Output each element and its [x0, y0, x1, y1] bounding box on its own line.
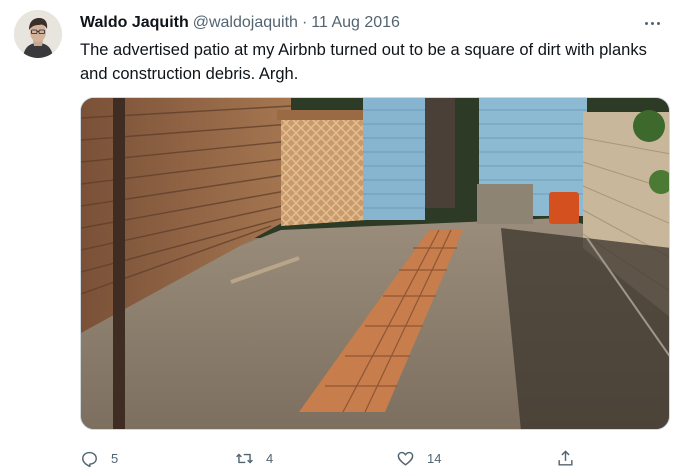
reply-button[interactable]: 5 [80, 446, 118, 470]
retweet-icon [236, 453, 253, 463]
tweet-actions: 5 4 14 [80, 446, 600, 470]
tweet-text: The advertised patio at my Airbnb turned… [80, 41, 647, 83]
heart-icon [397, 451, 414, 466]
tweet-header: Waldo Jaquith @waldojaquith · 11 Aug 201… [80, 13, 666, 33]
display-name[interactable]: Waldo Jaquith [80, 14, 189, 32]
avatar[interactable] [14, 10, 62, 58]
reply-count: 5 [111, 450, 119, 466]
retweet-count: 4 [266, 450, 274, 466]
tweet-media-photo[interactable] [80, 97, 670, 430]
more-options-icon[interactable] [638, 13, 666, 33]
tweet-date[interactable]: 11 Aug 2016 [311, 14, 400, 32]
user-handle[interactable]: @waldojaquith [193, 14, 298, 32]
like-count: 14 [427, 450, 442, 466]
patio-photo [81, 98, 669, 429]
tweet-card[interactable]: Waldo Jaquith @waldojaquith · 11 Aug 201… [0, 0, 680, 474]
reply-icon [82, 451, 97, 467]
like-button[interactable]: 14 [396, 446, 441, 470]
retweet-button[interactable]: 4 [235, 446, 273, 470]
share-icon [558, 449, 573, 466]
avatar-image [14, 10, 62, 58]
separator: · [301, 14, 308, 31]
share-button[interactable] [556, 446, 575, 470]
